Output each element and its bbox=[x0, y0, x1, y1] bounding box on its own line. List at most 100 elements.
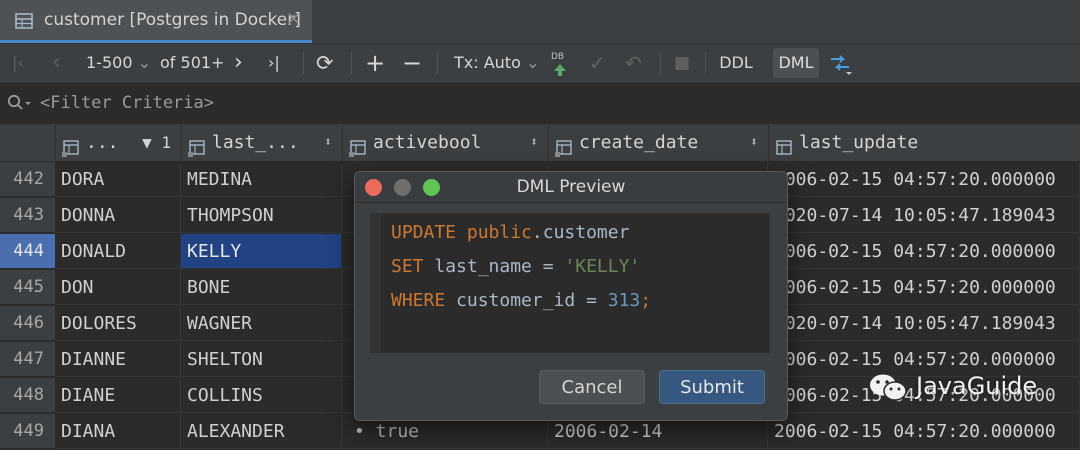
column-label: last_... bbox=[212, 132, 299, 153]
transaction-mode-select[interactable]: Tx: Auto ⌄ bbox=[454, 44, 539, 82]
add-row-icon[interactable]: + bbox=[365, 44, 385, 82]
cell-first-name[interactable]: DONNA bbox=[55, 198, 181, 233]
sql-keyword: SET bbox=[391, 256, 424, 277]
column-icon bbox=[62, 134, 80, 161]
close-icon[interactable]: ✕ bbox=[286, 9, 301, 30]
delete-row-icon[interactable]: − bbox=[402, 44, 422, 82]
minimize-window-button[interactable] bbox=[394, 179, 411, 196]
first-page-icon[interactable]: |‹ bbox=[12, 44, 24, 82]
toolbar-divider bbox=[303, 52, 304, 74]
compare-arrows-icon[interactable] bbox=[829, 53, 855, 79]
stop-icon[interactable]: ■ bbox=[674, 44, 690, 82]
row-number[interactable]: 442 bbox=[0, 162, 55, 197]
db-submit-icon[interactable] bbox=[553, 62, 567, 81]
toolbar-divider bbox=[660, 52, 661, 74]
column-icon bbox=[188, 134, 206, 161]
dml-button[interactable]: DML bbox=[773, 48, 819, 78]
grid-header: ... ▼ 1 last_... ⬍ activebool ⬍ create_d… bbox=[0, 125, 1080, 162]
dml-preview-dialog: DML Preview UPDATE public.customer SET l… bbox=[354, 171, 788, 421]
last-page-icon[interactable]: ›| bbox=[268, 44, 280, 82]
cell-last-update[interactable]: 2006-02-15 04:57:20.000000 bbox=[768, 234, 1080, 269]
watermark-text: JavaGuide bbox=[916, 372, 1038, 400]
row-number-header bbox=[0, 125, 55, 161]
column-header-last-update[interactable]: last_update bbox=[768, 125, 1080, 161]
cell-last-update[interactable]: 2020-07-14 10:05:47.189043 bbox=[768, 306, 1080, 341]
column-label: last_update bbox=[799, 132, 919, 153]
sql-keyword: UPDATE bbox=[391, 222, 457, 243]
cancel-button[interactable]: Cancel bbox=[539, 370, 645, 404]
page-range-select[interactable]: 1-500 ⌄ bbox=[86, 44, 151, 82]
filter-bar[interactable]: <Filter Criteria> bbox=[0, 83, 1080, 125]
cell-first-name[interactable]: DONALD bbox=[55, 234, 181, 269]
row-number[interactable]: 446 bbox=[0, 306, 55, 341]
dialog-title: DML Preview bbox=[516, 177, 626, 197]
row-number[interactable]: 444 bbox=[0, 234, 55, 269]
sql-string: 'KELLY' bbox=[564, 256, 641, 277]
cell-last-update[interactable]: 2020-07-14 10:05:47.189043 bbox=[768, 198, 1080, 233]
cell-first-name[interactable]: DOLORES bbox=[55, 306, 181, 341]
sql-semicolon: ; bbox=[640, 290, 652, 311]
toolbar-divider bbox=[705, 52, 706, 74]
transaction-mode-label: Tx: Auto bbox=[454, 53, 521, 72]
page-range-label: 1-500 bbox=[86, 53, 133, 72]
chevron-down-icon: ⌄ bbox=[137, 53, 151, 72]
editor-tab-bar: customer [Postgres in Docker] ✕ bbox=[0, 0, 1080, 44]
cell-last-update[interactable]: 2006-02-15 04:57:20.000000 bbox=[768, 270, 1080, 305]
toolbar: |‹ ‹ 1-500 ⌄ of 501+ › ›| ⟳ + − Tx: Auto… bbox=[0, 44, 1080, 83]
prev-page-icon[interactable]: ‹ bbox=[52, 44, 61, 82]
cell-first-name[interactable]: DIANE bbox=[55, 378, 181, 413]
table-icon bbox=[15, 13, 33, 33]
row-number[interactable]: 443 bbox=[0, 198, 55, 233]
row-number[interactable]: 448 bbox=[0, 378, 55, 413]
column-header-first-name[interactable]: ... ▼ 1 bbox=[55, 125, 181, 161]
column-header-activebool[interactable]: activebool ⬍ bbox=[342, 125, 548, 161]
row-number[interactable]: 445 bbox=[0, 270, 55, 305]
next-page-icon[interactable]: › bbox=[234, 44, 243, 82]
sql-line: SET last_name = 'KELLY' bbox=[391, 256, 640, 277]
sql-preview-editor[interactable]: UPDATE public.customer SET last_name = '… bbox=[370, 213, 770, 353]
cell-last-update[interactable]: 2006-02-15 04:57:20.000000 bbox=[768, 162, 1080, 197]
close-window-button[interactable] bbox=[365, 179, 382, 196]
cell-last-name-selected[interactable]: KELLY bbox=[181, 234, 342, 269]
tab-label: customer [Postgres in Docker] bbox=[44, 10, 301, 30]
zoom-window-button[interactable] bbox=[423, 179, 440, 196]
submit-button[interactable]: Submit bbox=[659, 370, 765, 404]
sort-icon[interactable]: ⬍ bbox=[750, 125, 758, 161]
cell-last-name[interactable]: BONE bbox=[181, 270, 342, 305]
sql-number: 313 bbox=[607, 290, 641, 311]
cell-first-name[interactable]: DIANNE bbox=[55, 342, 181, 377]
cell-last-name[interactable]: MEDINA bbox=[181, 162, 342, 197]
sort-icon[interactable]: ▼ 1 bbox=[142, 125, 171, 161]
cell-first-name[interactable]: DORA bbox=[55, 162, 181, 197]
column-header-create-date[interactable]: create_date ⬍ bbox=[548, 125, 768, 161]
ddl-button[interactable]: DDL bbox=[713, 48, 759, 78]
column-icon bbox=[555, 134, 573, 161]
toolbar-divider bbox=[351, 52, 352, 74]
editor-gutter bbox=[371, 214, 381, 352]
sql-line: UPDATE public.customer bbox=[391, 222, 629, 243]
commit-icon[interactable]: ✓ bbox=[589, 44, 606, 82]
tab-customer[interactable]: customer [Postgres in Docker] ✕ bbox=[0, 0, 312, 43]
wechat-logo-icon bbox=[868, 372, 910, 408]
row-total: of 501+ bbox=[160, 53, 225, 72]
sort-icon[interactable]: ⬍ bbox=[324, 125, 332, 161]
column-label: create_date bbox=[579, 132, 699, 153]
sql-text: customer_id = bbox=[445, 290, 608, 311]
cell-last-name[interactable]: THOMPSON bbox=[181, 198, 342, 233]
rollback-icon[interactable]: ↶ bbox=[625, 44, 642, 82]
filter-input[interactable]: <Filter Criteria> bbox=[40, 93, 214, 113]
column-icon bbox=[775, 134, 793, 161]
cell-first-name[interactable]: DON bbox=[55, 270, 181, 305]
cell-last-name[interactable]: COLLINS bbox=[181, 378, 342, 413]
cell-last-name[interactable]: WAGNER bbox=[181, 306, 342, 341]
cell-last-name[interactable]: SHELTON bbox=[181, 342, 342, 377]
toolbar-divider bbox=[437, 52, 438, 74]
dialog-title-bar: DML Preview bbox=[355, 172, 787, 203]
sort-icon[interactable]: ⬍ bbox=[530, 125, 538, 161]
column-header-last-name[interactable]: last_... ⬍ bbox=[181, 125, 342, 161]
sql-table: .customer bbox=[531, 222, 630, 243]
column-icon bbox=[349, 134, 367, 161]
row-number[interactable]: 447 bbox=[0, 342, 55, 377]
column-label: activebool bbox=[373, 132, 482, 153]
refresh-icon[interactable]: ⟳ bbox=[316, 44, 334, 82]
